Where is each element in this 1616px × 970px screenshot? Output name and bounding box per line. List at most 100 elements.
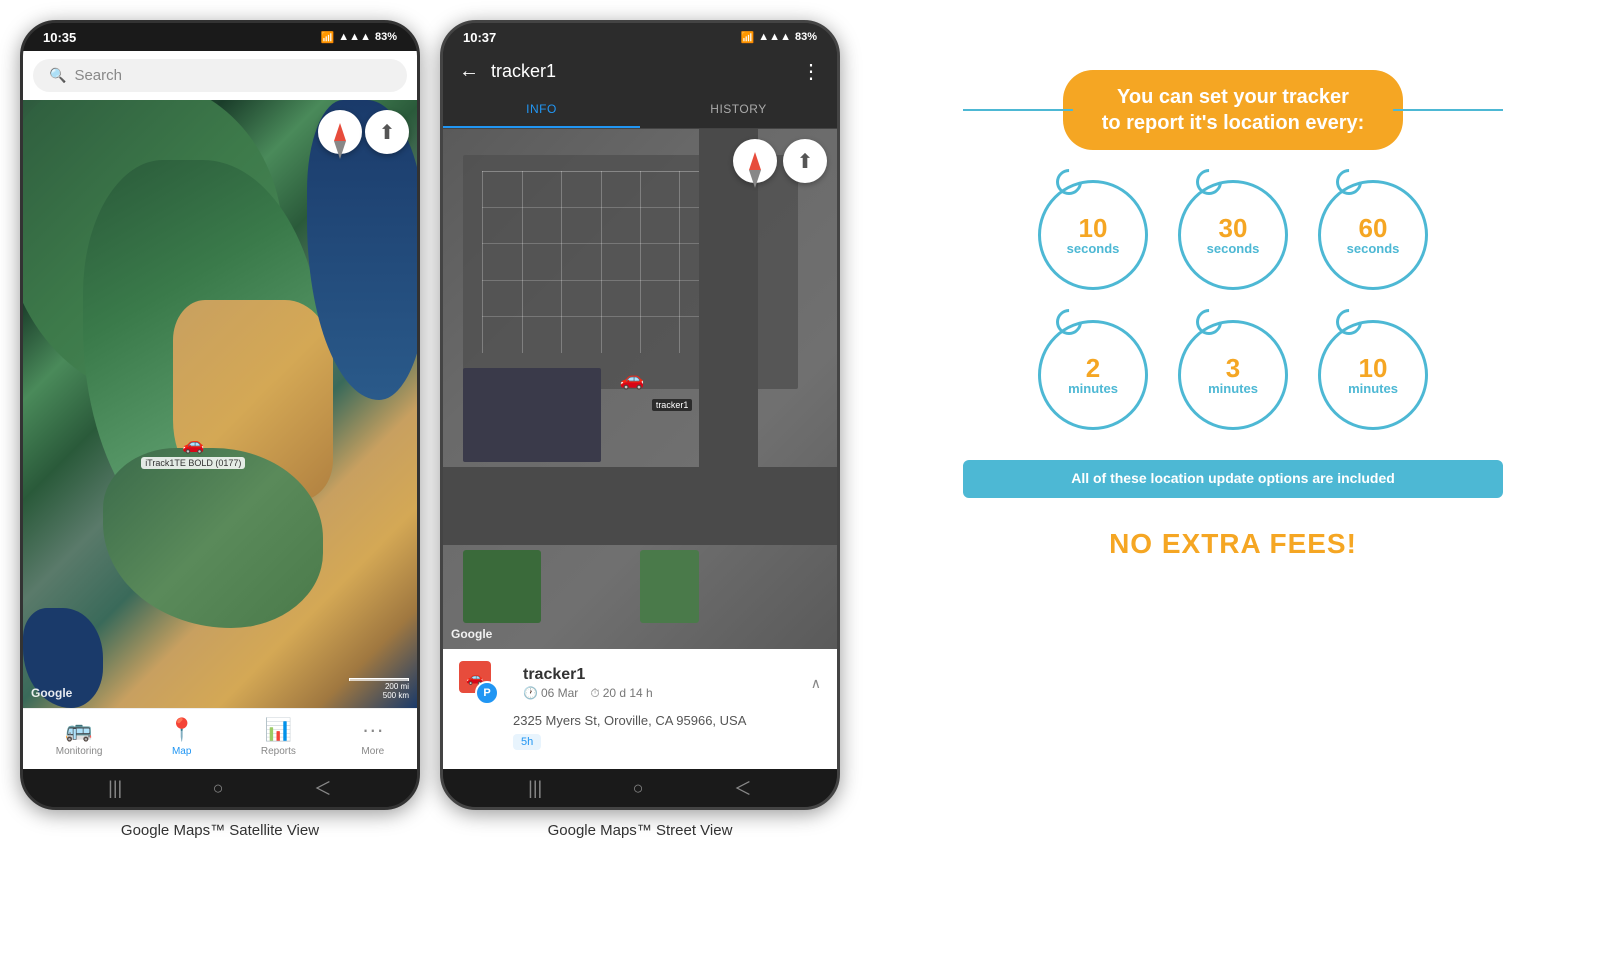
circle-30-seconds: 30 seconds [1178, 180, 1288, 290]
tracker-title: tracker1 [491, 61, 789, 82]
left-phone-frame: 10:35 📶 ▲▲▲ 83% 🔍 Search [20, 20, 420, 810]
circle-2-number: 2 [1086, 355, 1100, 381]
tracker-name-info: tracker1 🕐 06 Mar ⏱ 20 d 14 h [523, 666, 801, 701]
tracker-address: 2325 Myers St, Oroville, CA 95966, USA [513, 713, 821, 728]
search-bar[interactable]: 🔍 Search [33, 59, 407, 92]
tab-history-label: HISTORY [710, 102, 766, 116]
tracker-car-icon: 🚗 [620, 368, 645, 390]
right-recents-button[interactable]: ||| [528, 778, 542, 799]
more-options-button[interactable]: ⋮ [801, 59, 821, 84]
pin-label: iTrack1TE BOLD (0177) [141, 457, 245, 469]
detail-compass-needle-icon [749, 152, 761, 170]
included-text: All of these location update options are… [1071, 470, 1395, 486]
left-status-time: 10:35 [43, 30, 76, 45]
search-icon: 🔍 [49, 67, 66, 84]
left-caption: Google Maps™ Satellite View [121, 822, 319, 839]
banner-text-line2: to report it's location every: [1093, 110, 1373, 136]
circle-10-minutes: 10 minutes [1318, 320, 1428, 430]
tracker-pin-label: tracker1 [652, 399, 693, 411]
parking-vline-4 [601, 171, 602, 353]
tab-info[interactable]: INFO [443, 92, 640, 128]
nav-more[interactable]: ··· More [361, 717, 384, 757]
nav-map-label: Map [172, 746, 191, 757]
back-button-right[interactable]: ← [459, 60, 479, 83]
expand-button[interactable]: ∧ [811, 675, 821, 692]
scale-line-icon [349, 678, 409, 681]
search-input[interactable]: Search [74, 67, 122, 84]
timer-icon: ⏱ [590, 686, 599, 701]
tracker-date-item: 🕐 06 Mar [523, 686, 578, 700]
search-bar-container[interactable]: 🔍 Search [23, 51, 417, 100]
detail-compass-button[interactable] [733, 139, 777, 183]
circle-2-unit: minutes [1068, 381, 1118, 396]
tracker-avatar-badge: P [475, 681, 499, 705]
parking-vline-1 [482, 171, 483, 353]
parking-vline-2 [522, 171, 523, 353]
detail-map-area[interactable]: ⬆ 🚗 tracker1 Google [443, 129, 837, 649]
tab-info-label: INFO [526, 102, 557, 116]
orange-banner: You can set your tracker to report it's … [1063, 70, 1403, 150]
parking-vline-5 [640, 171, 641, 353]
circle-60-seconds: 60 seconds [1318, 180, 1428, 290]
right-phone-container: 10:37 📶 ▲▲▲ 83% ← tracker1 ⋮ INFO HISTOR… [430, 0, 850, 849]
nav-map[interactable]: 📍 Map [168, 717, 195, 757]
detail-navigate-icon: ⬆ [797, 149, 814, 174]
nav-more-label: More [361, 746, 384, 757]
parking-vline-6 [679, 171, 680, 353]
tracker-name-text: tracker1 [523, 666, 801, 684]
circle-60-number: 60 [1359, 215, 1388, 241]
more-icon: ··· [362, 717, 384, 743]
road-horizontal [443, 467, 837, 545]
right-phone-frame: 10:37 📶 ▲▲▲ 83% ← tracker1 ⋮ INFO HISTOR… [440, 20, 840, 810]
circle-30-number: 30 [1219, 215, 1248, 241]
tracker-header: ← tracker1 ⋮ [443, 51, 837, 92]
home-button[interactable]: ○ [213, 778, 224, 799]
scale-bar: 200 mi 500 km [349, 678, 409, 700]
land-mass-south [103, 448, 323, 628]
circle-30-unit: seconds [1207, 241, 1260, 256]
tracker-duration: 20 d 14 h [603, 686, 653, 700]
battery-icon: 83% [375, 31, 397, 43]
nav-reports-label: Reports [261, 746, 296, 757]
banner-text-line1: You can set your tracker [1093, 84, 1373, 110]
signal-icon: ▲▲▲ [338, 31, 371, 43]
back-button[interactable]: ＜ [314, 775, 332, 801]
map-icon: 📍 [168, 717, 195, 743]
tracker-meta: 🕐 06 Mar ⏱ 20 d 14 h [523, 686, 801, 701]
right-home-button[interactable]: ○ [633, 778, 644, 799]
right-wifi-icon: 📶 [741, 31, 755, 44]
circle-10m-unit: minutes [1348, 381, 1398, 396]
compass-button[interactable] [318, 110, 362, 154]
google-watermark-right: Google [451, 627, 492, 641]
left-phone-container: 10:35 📶 ▲▲▲ 83% 🔍 Search [0, 0, 430, 849]
circle-10-unit: seconds [1067, 241, 1120, 256]
tracker-info-panel: 🚗 P tracker1 🕐 06 Mar ⏱ 20 d 14 h [443, 649, 837, 769]
banner-row: You can set your tracker to report it's … [963, 70, 1503, 150]
right-home-indicator: ||| ○ ＜ [443, 769, 837, 807]
circle-3-unit: minutes [1208, 381, 1258, 396]
navigate-button[interactable]: ⬆ [365, 110, 409, 154]
nav-monitoring-label: Monitoring [56, 746, 103, 757]
right-caption: Google Maps™ Street View [548, 822, 733, 839]
circle-10m-number: 10 [1359, 355, 1388, 381]
duration-badge: 5h [513, 734, 541, 750]
tab-history[interactable]: HISTORY [640, 92, 837, 128]
nav-reports[interactable]: 📊 Reports [261, 717, 296, 757]
detail-navigate-button[interactable]: ⬆ [783, 139, 827, 183]
nav-monitoring[interactable]: 🚌 Monitoring [56, 717, 103, 757]
green-area-1 [463, 550, 542, 623]
scale-500km: 500 km [383, 691, 409, 700]
left-home-indicator: ||| ○ ＜ [23, 769, 417, 807]
tracker-pin[interactable]: 🚗 iTrack1TE BOLD (0177) [141, 434, 245, 469]
right-back-button[interactable]: ＜ [734, 775, 752, 801]
tracker-car-pin[interactable]: 🚗 [620, 366, 645, 391]
car-icon: 🚗 [182, 434, 204, 455]
google-watermark-left: Google [31, 686, 72, 700]
circle-60-unit: seconds [1347, 241, 1400, 256]
satellite-map-area[interactable]: ⬆ 🚗 iTrack1TE BOLD (0177) Google 200 mi … [23, 100, 417, 708]
parking-vline-3 [561, 171, 562, 353]
recents-button[interactable]: ||| [108, 778, 122, 799]
compass-needle-icon [334, 123, 346, 141]
left-status-bar: 10:35 📶 ▲▲▲ 83% [23, 23, 417, 51]
circles-row-top: 10 seconds 30 seconds 60 seconds [1038, 180, 1428, 290]
